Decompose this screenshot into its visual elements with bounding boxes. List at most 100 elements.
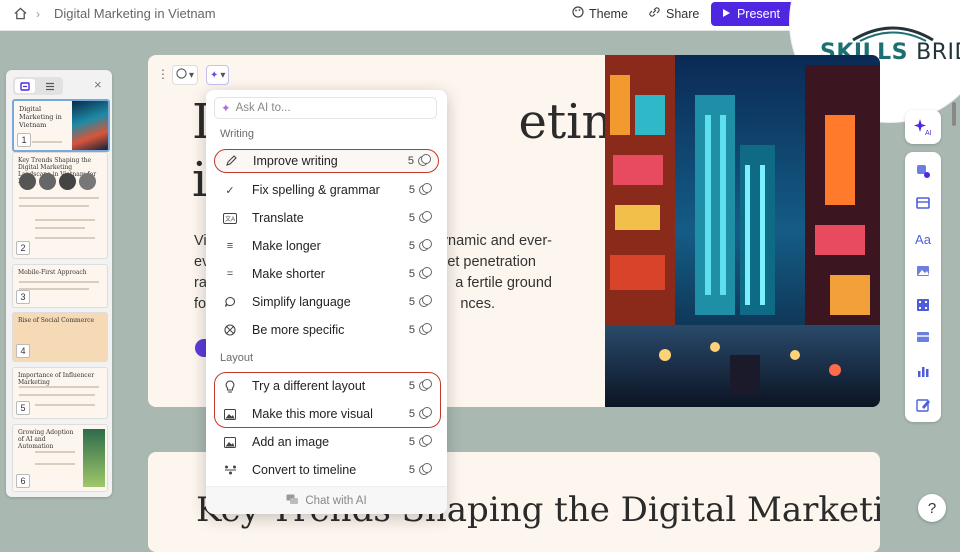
share-button[interactable]: Share — [648, 6, 699, 21]
cost-value: 5 — [408, 240, 415, 252]
palette-icon — [572, 6, 584, 21]
menu-item-add-image[interactable]: Add an image 5 — [214, 430, 439, 454]
thumb-line — [19, 386, 99, 388]
thumb-number: 3 — [16, 290, 30, 304]
slide-thumb-5[interactable]: Importance of Influencer Marketing 5 — [12, 367, 108, 419]
present-button[interactable]: Present — [711, 2, 791, 26]
ai-assistant-button[interactable]: AI — [905, 110, 941, 144]
edit-icon[interactable] — [914, 396, 932, 414]
thumb-number: 2 — [16, 241, 30, 255]
cost-value: 5 — [407, 155, 414, 167]
menu-item-make-longer[interactable]: ≡ Make longer 5 — [214, 234, 439, 258]
slide-thumb-1[interactable]: Digital Marketing in Vietnam 1 — [12, 99, 110, 152]
layout-icon[interactable] — [914, 194, 932, 212]
insert-toolbar: Aa — [905, 152, 941, 422]
close-icon[interactable]: × — [94, 77, 102, 92]
slide-thumb-2[interactable]: Key Trends Shaping the Digital Marketing… — [12, 152, 108, 259]
add-block-icon[interactable] — [914, 162, 932, 180]
thumb-image — [72, 101, 108, 150]
thumb-number: 1 — [17, 133, 31, 147]
video-icon[interactable] — [914, 296, 932, 314]
menu-item-label: Simplify language — [252, 295, 351, 309]
chat-with-ai-button[interactable]: Chat with AI — [206, 486, 447, 514]
menu-item-try-different-layout[interactable]: Try a different layout 5 — [214, 374, 439, 398]
cost-value: 5 — [408, 436, 415, 448]
menu-item-convert-timeline[interactable]: Convert to timeline 5 — [214, 458, 439, 482]
thumb-number: 5 — [16, 401, 30, 415]
thumb-line — [19, 197, 99, 199]
credit-cost: 5 — [408, 239, 432, 252]
credits-icon — [418, 154, 431, 166]
menu-item-label: Fix spelling & grammar — [252, 183, 380, 197]
image-icon[interactable] — [914, 262, 932, 280]
credit-cost: 5 — [408, 183, 432, 196]
scrollbar[interactable] — [952, 102, 956, 126]
check-icon: ✓ — [225, 184, 235, 197]
body-line: ra — [194, 275, 207, 291]
list-view-icon[interactable] — [41, 79, 59, 93]
thumb-line — [35, 227, 85, 229]
menu-item-be-more-specific[interactable]: Be more specific 5 — [214, 318, 439, 342]
cost-value: 5 — [408, 380, 415, 392]
credits-icon — [419, 211, 432, 223]
brand-part2: BRIDGE — [916, 40, 960, 65]
menu-item-make-shorter[interactable]: = Make shorter 5 — [214, 262, 439, 286]
card-view-icon[interactable] — [15, 79, 35, 93]
help-button[interactable]: ? — [918, 494, 946, 522]
menu-item-fix-spelling[interactable]: ✓ Fix spelling & grammar 5 — [214, 178, 439, 202]
credit-cost: 5 — [409, 211, 432, 224]
avatar — [19, 173, 36, 190]
menu-item-label: Make longer — [252, 239, 321, 253]
chart-icon[interactable] — [914, 362, 932, 380]
section-writing: Writing — [220, 128, 255, 140]
menu-item-simplify-language[interactable]: Simplify language 5 — [214, 290, 439, 314]
image-add-icon — [222, 436, 238, 448]
credits-icon — [419, 323, 432, 335]
theme-button[interactable]: Theme — [572, 6, 628, 21]
credits-icon — [419, 183, 432, 195]
credits-icon — [419, 295, 432, 307]
menu-item-translate[interactable]: 文A Translate 5 — [214, 206, 439, 230]
body-line: ynamic and ever- — [440, 233, 552, 249]
menu-item-label: Add an image — [252, 435, 330, 449]
ai-sparkle-icon: AI — [914, 119, 932, 136]
cost-value: 5 — [408, 184, 415, 196]
cost-value: 5 — [408, 296, 415, 308]
menu-item-label: Translate — [252, 211, 304, 225]
body-line: nces. — [460, 296, 495, 312]
credit-cost: 5 — [408, 379, 432, 392]
slide-thumb-3[interactable]: Mobile-First Approach 3 — [12, 264, 108, 308]
ask-ai-input[interactable]: ✦ Ask AI to... — [214, 97, 437, 119]
menu-item-make-more-visual[interactable]: Make this more visual 5 — [214, 402, 439, 426]
menu-item-label: Convert to timeline — [252, 463, 357, 477]
table-icon[interactable] — [914, 328, 932, 346]
home-icon[interactable] — [14, 7, 27, 25]
document-title[interactable]: Digital Marketing in Vietnam — [54, 6, 216, 21]
city-night-image — [605, 55, 880, 407]
more-options-icon[interactable]: ⋮ — [157, 67, 169, 81]
text-style-icon[interactable]: Aa — [914, 230, 932, 248]
credits-icon — [419, 463, 432, 475]
ai-edit-dropdown[interactable]: ✦ ▾ — [206, 65, 230, 85]
thumb-line — [19, 281, 99, 283]
thumb-avatars — [19, 173, 99, 191]
thumb-line — [35, 237, 95, 239]
chevron-right-icon: › — [36, 7, 40, 21]
lines-icon: ≡ — [226, 240, 234, 252]
slide-thumb-4[interactable]: Rise of Social Commerce 4 — [12, 312, 108, 362]
chat-with-ai-label: Chat with AI — [305, 495, 367, 507]
chevron-down-icon: ▾ — [220, 69, 226, 81]
menu-item-improve-writing[interactable]: Improve writing 5 — [214, 149, 439, 173]
slide-thumb-6[interactable]: Growing Adoption of AI and Automation 6 — [12, 424, 108, 492]
thumb-line — [19, 205, 89, 207]
body-line: et penetration — [447, 254, 536, 270]
credit-cost: 5 — [409, 407, 432, 420]
card-style-dropdown[interactable]: ▾ — [172, 65, 199, 85]
speech-bubble-icon — [222, 296, 238, 308]
avatar — [79, 173, 96, 190]
menu-item-label: Improve writing — [253, 154, 338, 168]
translate-icon: 文A — [222, 212, 238, 224]
present-label: Present — [736, 7, 781, 21]
panel-view-toggle — [13, 77, 63, 95]
avatar — [39, 173, 56, 190]
